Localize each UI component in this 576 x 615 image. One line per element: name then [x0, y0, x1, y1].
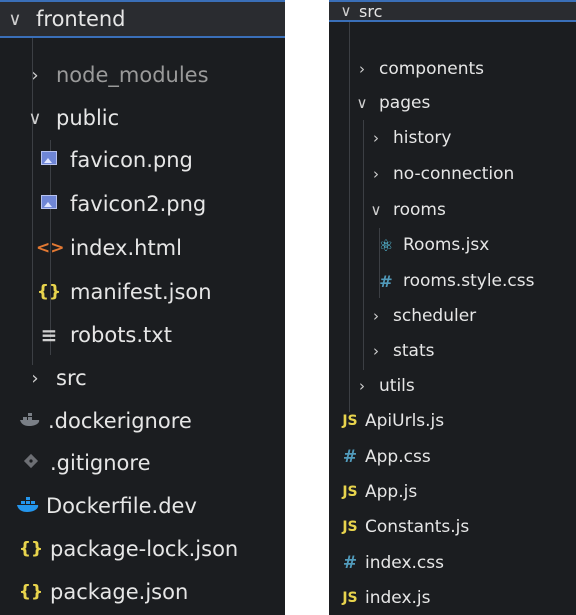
file-label: rooms.style.css: [403, 271, 535, 291]
file-label: App.css: [365, 447, 431, 467]
file-row-gitignore[interactable]: .gitignore: [0, 444, 285, 482]
image-icon: [36, 150, 62, 170]
json-icon: {}: [36, 282, 62, 302]
file-row-constants-js[interactable]: JS Constants.js: [329, 510, 576, 544]
js-icon: JS: [342, 519, 358, 535]
folder-row-frontend[interactable]: ∨ frontend: [0, 0, 285, 38]
json-icon: {}: [18, 539, 44, 559]
chevron-down-icon: ∨: [370, 201, 382, 219]
file-row-dockerfile-dev[interactable]: Dockerfile.dev: [0, 487, 285, 525]
folder-row-stats[interactable]: › stats: [329, 334, 576, 368]
git-icon: [18, 452, 44, 475]
js-icon: JS: [342, 484, 358, 500]
chevron-right-icon: ›: [359, 60, 365, 78]
chevron-right-icon: ›: [359, 377, 365, 395]
text-icon: ≡: [40, 323, 58, 347]
folder-label: public: [56, 106, 120, 130]
folder-label: src: [56, 366, 87, 390]
file-label: favicon.png: [70, 148, 193, 172]
folder-label: no-connection: [393, 164, 515, 184]
folder-row-scheduler[interactable]: › scheduler: [329, 299, 576, 333]
folder-row-components[interactable]: › components: [329, 52, 576, 86]
file-row-favicon2-png[interactable]: favicon2.png: [0, 185, 285, 223]
html-icon: <>: [36, 238, 65, 258]
file-row-app-css[interactable]: # App.css: [329, 440, 576, 474]
file-label: manifest.json: [70, 280, 212, 304]
folder-row-history[interactable]: › history: [329, 121, 576, 155]
docker-icon: [16, 495, 42, 518]
folder-row-rooms[interactable]: ∨ rooms: [329, 193, 576, 227]
file-row-rooms-jsx[interactable]: ⚛ Rooms.jsx: [329, 228, 576, 262]
file-row-robots-txt[interactable]: ≡ robots.txt: [0, 316, 285, 354]
folder-row-public[interactable]: ∨ public: [0, 99, 285, 137]
chevron-right-icon: ›: [373, 307, 379, 325]
explorer-panel-frontend: ∨ frontend › node_modules ∨ public favic…: [0, 0, 285, 615]
folder-label: history: [393, 128, 452, 148]
file-label: package.json: [50, 580, 189, 604]
file-row-favicon-png[interactable]: favicon.png: [0, 141, 285, 179]
chevron-right-icon: ›: [373, 165, 379, 183]
folder-row-node-modules[interactable]: › node_modules: [0, 56, 285, 94]
folder-row-no-connection[interactable]: › no-connection: [329, 157, 576, 191]
file-label: robots.txt: [70, 323, 172, 347]
folder-label: scheduler: [393, 306, 477, 326]
css-icon: #: [342, 447, 358, 467]
file-label: index.css: [365, 553, 444, 573]
image-icon: [36, 194, 62, 214]
folder-label: pages: [379, 93, 431, 113]
folder-label: rooms: [393, 200, 446, 220]
file-label: .dockerignore: [48, 409, 192, 433]
folder-label: stats: [393, 341, 435, 361]
file-row-app-js[interactable]: JS App.js: [329, 475, 576, 509]
chevron-right-icon: ›: [373, 342, 379, 360]
chevron-down-icon: ∨: [356, 94, 368, 112]
file-row-manifest-json[interactable]: {} manifest.json: [0, 273, 285, 311]
file-row-index-js[interactable]: JS index.js: [329, 581, 576, 615]
chevron-right-icon: ›: [31, 367, 39, 389]
file-label: index.js: [365, 588, 431, 608]
file-label: index.html: [70, 236, 182, 260]
chevron-down-icon: ∨: [28, 107, 42, 129]
folder-label: components: [379, 59, 485, 79]
chevron-down-icon: ∨: [8, 8, 22, 30]
file-label: Dockerfile.dev: [46, 494, 197, 518]
react-icon: ⚛: [378, 235, 394, 255]
file-label: package-lock.json: [50, 537, 239, 561]
file-label: Constants.js: [365, 517, 470, 537]
file-label: Rooms.jsx: [403, 235, 490, 255]
file-row-dockerignore[interactable]: .dockerignore: [0, 402, 285, 440]
folder-label: frontend: [36, 7, 126, 31]
chevron-down-icon: ∨: [340, 2, 352, 20]
chevron-right-icon: ›: [373, 129, 379, 147]
folder-row-src[interactable]: › src: [0, 359, 285, 397]
folder-row-pages[interactable]: ∨ pages: [329, 86, 576, 120]
file-label: favicon2.png: [70, 192, 207, 216]
explorer-panel-src: ∨ src › components ∨ pages › history › n…: [329, 0, 576, 615]
css-icon: #: [342, 553, 358, 573]
file-row-package-lock-json[interactable]: {} package-lock.json: [0, 530, 285, 568]
file-row-rooms-style-css[interactable]: # rooms.style.css: [329, 264, 576, 298]
file-row-index-html[interactable]: <> index.html: [0, 229, 285, 267]
folder-label: utils: [379, 376, 415, 396]
folder-row-utils[interactable]: › utils: [329, 369, 576, 403]
file-label: ApiUrls.js: [365, 411, 445, 431]
file-label: .gitignore: [50, 451, 151, 475]
docker-icon: [18, 411, 44, 432]
folder-row-src[interactable]: ∨ src: [329, 0, 576, 22]
chevron-right-icon: ›: [31, 64, 39, 86]
js-icon: JS: [342, 590, 358, 606]
json-icon: {}: [18, 582, 44, 602]
file-row-apiurls-js[interactable]: JS ApiUrls.js: [329, 404, 576, 438]
folder-label: src: [359, 1, 383, 21]
file-row-index-css[interactable]: # index.css: [329, 546, 576, 580]
file-row-package-json[interactable]: {} package.json: [0, 573, 285, 611]
file-label: App.js: [365, 482, 418, 502]
js-icon: JS: [342, 413, 358, 429]
folder-label: node_modules: [56, 63, 209, 87]
css-icon: #: [379, 271, 393, 291]
